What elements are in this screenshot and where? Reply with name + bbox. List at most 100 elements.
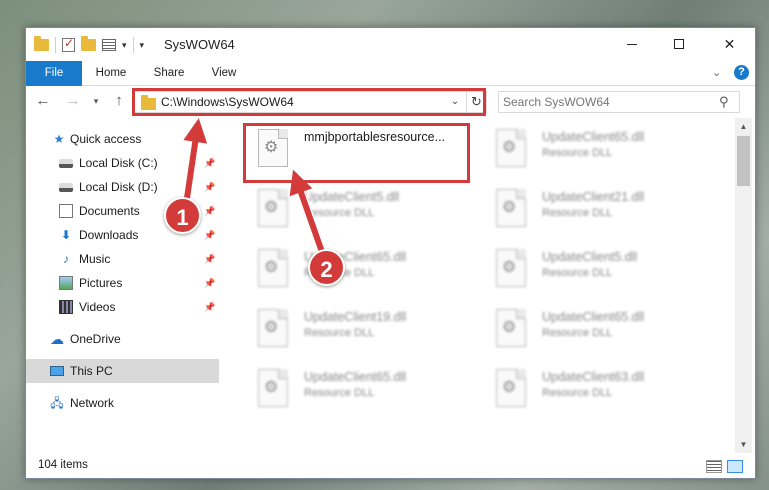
callout-badge-1: 1 [164, 197, 201, 234]
ribbon-tabs: File Home Share View [26, 61, 755, 86]
dll-file-icon: ⚙ [496, 309, 526, 347]
list-item[interactable]: ⚙ UpdateClient65.dll Resource DLL [246, 361, 476, 417]
computer-icon [50, 366, 64, 376]
vertical-scrollbar[interactable]: ▲ ▼ [735, 118, 752, 453]
maximize-button[interactable] [656, 28, 702, 60]
scroll-up-icon[interactable]: ▲ [735, 118, 752, 135]
dll-file-icon: ⚙ [496, 189, 526, 227]
file-name: UpdateClient63.dll [542, 370, 645, 384]
gear-icon: ⚙ [264, 259, 279, 276]
maximize-icon [674, 39, 684, 49]
pin-icon[interactable]: 📌 [204, 247, 215, 271]
list-item[interactable]: ⚙ UpdateClient65.dll Resource DLL [484, 301, 714, 357]
sidebar-item-label: Pictures [79, 276, 123, 290]
tab-view[interactable]: View [204, 61, 244, 86]
list-item[interactable]: ⚙ UpdateClient21.dll Resource DLL [484, 181, 714, 237]
up-arrow-icon[interactable]: ↑ [110, 92, 128, 110]
tab-home[interactable]: Home [86, 61, 136, 86]
recent-locations-icon[interactable]: ▾ [91, 92, 101, 110]
file-type: Resource DLL [542, 327, 613, 339]
expand-ribbon-icon[interactable]: ⌄ [712, 66, 721, 79]
sidebar-item-music[interactable]: ♪ Music 📌 [26, 247, 219, 271]
videos-icon [59, 300, 73, 314]
file-type: Resource DLL [542, 387, 613, 399]
search-icon[interactable]: ⚲ [719, 94, 729, 110]
dll-file-icon: ⚙ [496, 249, 526, 287]
window-title: SysWOW64 [164, 37, 235, 52]
star-icon: ★ [53, 132, 65, 146]
sidebar-item-quick-access[interactable]: ★ Quick access [26, 127, 219, 151]
sidebar-item-network[interactable]: 🖧 Network [26, 391, 219, 415]
dll-file-icon: ⚙ [258, 369, 288, 407]
sidebar-item-label: This PC [70, 364, 113, 378]
pin-icon[interactable]: 📌 [204, 295, 215, 319]
documents-icon [59, 204, 73, 218]
properties-check-icon[interactable] [62, 36, 75, 52]
file-type: Resource DLL [542, 267, 613, 279]
gear-icon: ⚙ [502, 319, 517, 336]
disk-icon [59, 183, 73, 192]
search-box[interactable]: ⚲ [498, 91, 740, 113]
chevron-down-icon[interactable]: ▾ [122, 40, 127, 51]
file-type: Resource DLL [304, 207, 375, 219]
new-folder-icon[interactable] [81, 36, 96, 51]
list-item[interactable]: ⚙ UpdateClient19.dll Resource DLL [246, 301, 476, 357]
pin-icon[interactable]: 📌 [204, 199, 215, 223]
list-item[interactable]: ⚙ UpdateClient65.dll Resource DLL [484, 121, 714, 177]
close-icon: ✕ [723, 35, 736, 52]
forward-arrow-icon[interactable]: → [64, 92, 82, 110]
list-item[interactable]: ⚙ UpdateClient5.dll Resource DLL [246, 181, 476, 237]
tab-file[interactable]: File [26, 61, 82, 86]
sidebar-item-videos[interactable]: Videos 📌 [26, 295, 219, 319]
help-icon[interactable]: ? [734, 65, 749, 80]
quick-access-toolbar: ▾ ▾ [34, 36, 144, 54]
sidebar-item-label: Local Disk (C:) [79, 156, 158, 170]
scroll-thumb[interactable] [737, 136, 750, 186]
pin-icon[interactable]: 📌 [204, 223, 215, 247]
list-item[interactable]: ⚙ UpdateClient63.dll Resource DLL [484, 361, 714, 417]
sidebar-item-label: OneDrive [70, 332, 121, 346]
pin-icon[interactable]: 📌 [204, 271, 215, 295]
pictures-icon [59, 276, 73, 290]
close-button[interactable]: ✕ [702, 28, 757, 60]
sidebar-item-label: Quick access [70, 132, 142, 146]
dll-file-icon: ⚙ [258, 189, 288, 227]
cloud-icon: ☁ [50, 331, 64, 347]
pin-icon[interactable]: 📌 [204, 151, 215, 175]
customize-toolbar-icon[interactable]: ▾ [140, 40, 145, 51]
pin-icon[interactable]: 📌 [204, 175, 215, 199]
file-type: Resource DLL [542, 207, 613, 219]
list-item[interactable]: ⚙ UpdateClient5.dll Resource DLL [484, 241, 714, 297]
file-type: Resource DLL [304, 387, 375, 399]
sidebar-item-label: Downloads [79, 228, 139, 242]
details-view-icon[interactable] [706, 460, 722, 473]
properties-list-icon[interactable] [102, 39, 116, 51]
back-arrow-icon[interactable]: ← [34, 92, 52, 110]
scroll-down-icon[interactable]: ▼ [735, 436, 752, 453]
sidebar-item-local-disk-c[interactable]: Local Disk (C:) 📌 [26, 151, 219, 175]
minimize-button[interactable] [609, 28, 655, 60]
sidebar-item-onedrive[interactable]: ☁ OneDrive [26, 327, 219, 351]
sidebar-item-label: Music [79, 252, 111, 266]
file-type: Resource DLL [304, 327, 375, 339]
file-name: UpdateClient65.dll [304, 370, 407, 384]
list-item[interactable]: ⚙ UpdateClient65.dll Resource DLL [246, 241, 476, 297]
sidebar-item-pictures[interactable]: Pictures 📌 [26, 271, 219, 295]
network-icon: 🖧 [50, 396, 64, 410]
minimize-icon [627, 43, 637, 45]
tiles-view-icon[interactable] [727, 460, 743, 473]
sidebar-item-label: Videos [79, 300, 116, 314]
toolbar-divider [55, 37, 56, 53]
sidebar-item-this-pc[interactable]: This PC [26, 359, 219, 383]
address-highlight-box [132, 88, 486, 116]
file-highlight-box [243, 123, 470, 183]
gear-icon: ⚙ [264, 319, 279, 336]
gear-icon: ⚙ [502, 379, 517, 396]
sidebar-item-local-disk-d[interactable]: Local Disk (D:) 📌 [26, 175, 219, 199]
tab-share[interactable]: Share [144, 61, 194, 86]
search-input[interactable] [503, 94, 703, 110]
dll-file-icon: ⚙ [258, 249, 288, 287]
gear-icon: ⚙ [502, 259, 517, 276]
gear-icon: ⚙ [264, 199, 279, 216]
folder-icon[interactable] [34, 36, 49, 51]
